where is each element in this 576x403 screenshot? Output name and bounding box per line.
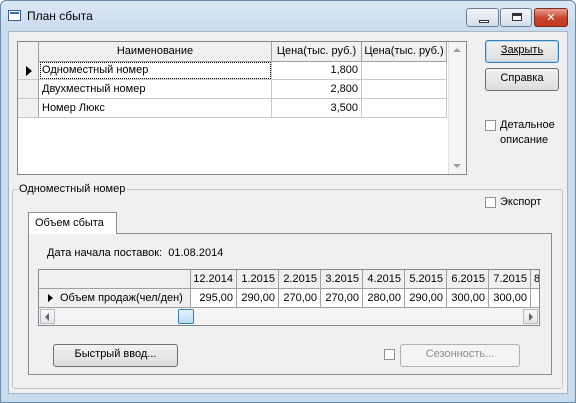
current-row-arrow-icon bbox=[26, 66, 32, 76]
minimize-icon bbox=[479, 20, 489, 23]
volume-cell[interactable]: 270,00 bbox=[279, 289, 321, 308]
seasonality-button[interactable]: Сезонность... bbox=[400, 344, 520, 367]
row-indicator[interactable] bbox=[18, 61, 39, 80]
help-button[interactable]: Справка bbox=[485, 68, 559, 91]
export-label[interactable]: Экспорт bbox=[500, 196, 541, 208]
column-header-name[interactable]: Наименование bbox=[39, 42, 272, 61]
quick-input-button-label: Быстрый ввод... bbox=[74, 348, 157, 360]
sales-volume-horizontal-scrollbar[interactable] bbox=[39, 308, 539, 325]
column-header-price-2[interactable]: Цена(тыс. руб.) bbox=[362, 42, 447, 61]
cell-price-2[interactable] bbox=[362, 61, 447, 80]
scroll-left-button[interactable] bbox=[40, 309, 55, 324]
detailed-description-checkbox[interactable] bbox=[485, 120, 496, 131]
scrollbar-thumb[interactable] bbox=[178, 309, 194, 324]
group-box-title: Одноместный номер bbox=[17, 183, 128, 195]
scroll-down-icon[interactable] bbox=[453, 164, 461, 168]
volume-cell[interactable]: 295,00 bbox=[191, 289, 237, 308]
close-button-label: Закрыть bbox=[500, 44, 544, 56]
column-header-price[interactable]: Цена(тыс. руб.) bbox=[272, 42, 362, 61]
minimize-button[interactable] bbox=[466, 8, 499, 27]
period-header[interactable]: 1.2015 bbox=[237, 270, 279, 289]
dialog-client-area: Наименование Цена(тыс. руб.) Цена(тыс. р… bbox=[8, 31, 568, 394]
title-bar[interactable]: План сбыта ✕ bbox=[1, 1, 575, 31]
cell-price[interactable]: 1,800 bbox=[272, 61, 362, 80]
cell-name[interactable]: Двухместный номер bbox=[39, 80, 272, 99]
cell-name[interactable]: Номер Люкс bbox=[39, 99, 272, 118]
supply-start-label: Дата начала поставок: bbox=[47, 247, 163, 259]
table-row[interactable]: Номер Люкс 3,500 bbox=[18, 99, 447, 118]
scroll-right-icon bbox=[529, 313, 533, 321]
cell-price[interactable]: 3,500 bbox=[272, 99, 362, 118]
close-icon: ✕ bbox=[546, 11, 556, 24]
volume-cell[interactable]: 270,00 bbox=[321, 289, 363, 308]
period-header[interactable]: 12.2014 bbox=[191, 270, 237, 289]
period-header[interactable]: 5.2015 bbox=[405, 270, 447, 289]
supply-start-value: 01.08.2014 bbox=[168, 247, 224, 259]
volume-cell[interactable]: 300,00 bbox=[489, 289, 531, 308]
period-header[interactable]: 3.2015 bbox=[321, 270, 363, 289]
sales-volume-grid[interactable]: 12.2014 1.2015 2.2015 3.2015 4.2015 5.20… bbox=[38, 269, 540, 326]
scroll-left-icon bbox=[45, 313, 49, 321]
close-window-button[interactable]: ✕ bbox=[534, 8, 568, 27]
scroll-right-button[interactable] bbox=[523, 309, 538, 324]
period-header[interactable]: 8 bbox=[531, 270, 539, 289]
seasonality-button-label: Сезонность... bbox=[425, 348, 495, 360]
period-header[interactable]: 7.2015 bbox=[489, 270, 531, 289]
volume-cell[interactable]: 290,00 bbox=[405, 289, 447, 308]
cell-price-2[interactable] bbox=[362, 99, 447, 118]
sales-volume-tab-page: Дата начала поставок: 01.08.2014 12.2014… bbox=[28, 233, 552, 375]
row-indicator-header bbox=[18, 42, 39, 61]
table-row[interactable]: Двухместный номер 2,800 bbox=[18, 80, 447, 99]
period-header[interactable]: 4.2015 bbox=[363, 270, 405, 289]
row-indicator[interactable] bbox=[18, 80, 39, 99]
seasonality-checkbox[interactable] bbox=[384, 349, 395, 360]
detailed-description-label-line1[interactable]: Детальное bbox=[500, 119, 555, 131]
maximize-icon bbox=[512, 13, 522, 21]
supply-start-date: Дата начала поставок: 01.08.2014 bbox=[47, 247, 223, 259]
products-grid-vertical-scrollbar[interactable] bbox=[448, 42, 466, 174]
detailed-description-label-line2[interactable]: описание bbox=[500, 134, 548, 146]
products-grid-header: Наименование Цена(тыс. руб.) Цена(тыс. р… bbox=[18, 42, 447, 62]
row-label: Объем продаж(чел/ден) bbox=[60, 292, 183, 304]
table-row[interactable]: Одноместный номер 1,800 bbox=[18, 61, 447, 80]
tab-sales-volume-label: Объем сбыта bbox=[35, 217, 104, 229]
current-row-arrow-icon bbox=[48, 294, 53, 302]
volume-cell[interactable]: 280,00 bbox=[363, 289, 405, 308]
volume-cell[interactable]: 300,00 bbox=[447, 289, 489, 308]
header-corner bbox=[39, 270, 191, 289]
period-header[interactable]: 2.2015 bbox=[279, 270, 321, 289]
quick-input-button[interactable]: Быстрый ввод... bbox=[53, 344, 178, 367]
cell-price[interactable]: 2,800 bbox=[272, 80, 362, 99]
main-window: План сбыта ✕ Наименование Цена(тыс. руб.… bbox=[0, 0, 576, 403]
scroll-up-icon[interactable] bbox=[453, 48, 461, 52]
period-header[interactable]: 6.2015 bbox=[447, 270, 489, 289]
maximize-button[interactable] bbox=[500, 8, 532, 27]
help-button-label: Справка bbox=[500, 72, 544, 84]
cell-name[interactable]: Одноместный номер bbox=[39, 61, 272, 80]
close-button[interactable]: Закрыть bbox=[485, 40, 559, 63]
cell-price-2[interactable] bbox=[362, 80, 447, 99]
export-checkbox[interactable] bbox=[485, 197, 496, 208]
tab-sales-volume[interactable]: Объем сбыта bbox=[28, 212, 117, 234]
row-header[interactable]: Объем продаж(чел/ден) bbox=[39, 289, 191, 308]
window-title: План сбыта bbox=[27, 9, 93, 23]
sales-volume-row[interactable]: Объем продаж(чел/ден) 295,00 290,00 270,… bbox=[39, 289, 539, 308]
periods-header-row: 12.2014 1.2015 2.2015 3.2015 4.2015 5.20… bbox=[39, 270, 539, 289]
volume-cell[interactable]: 290,00 bbox=[237, 289, 279, 308]
volume-cell[interactable] bbox=[531, 289, 539, 308]
app-icon bbox=[8, 10, 21, 21]
products-grid[interactable]: Наименование Цена(тыс. руб.) Цена(тыс. р… bbox=[17, 41, 467, 175]
row-indicator[interactable] bbox=[18, 99, 39, 118]
